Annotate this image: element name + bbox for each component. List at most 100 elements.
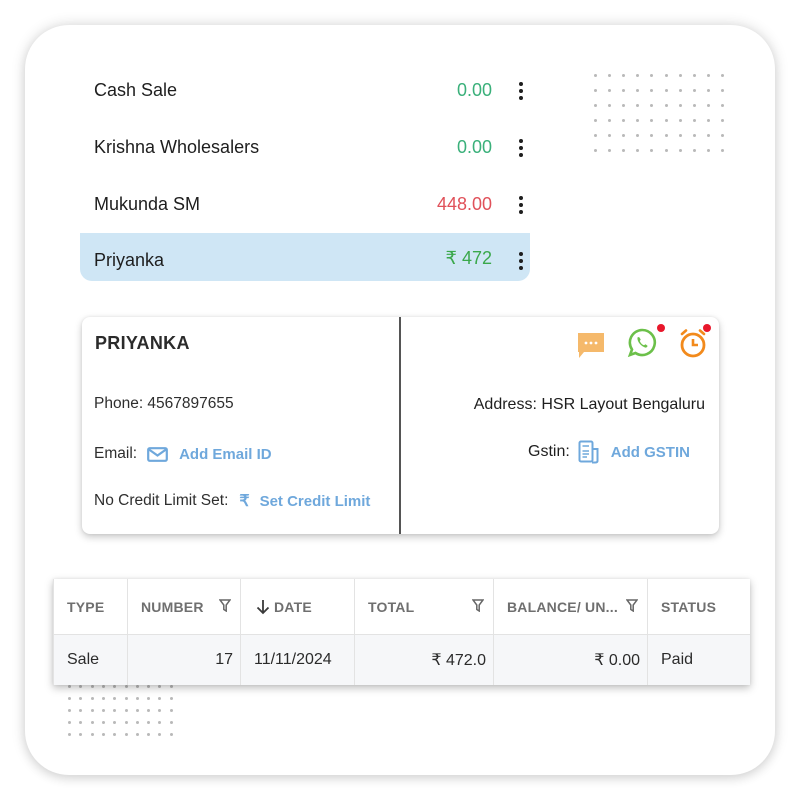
column-header-date[interactable]: DATE (240, 579, 354, 634)
cell-date: 11/11/2024 (240, 635, 354, 685)
email-field: Email: Add Email ID (94, 445, 272, 463)
set-credit-limit-link[interactable]: Set Credit Limit (260, 493, 371, 510)
column-header-number[interactable]: NUMBER (127, 579, 240, 634)
header-label: NUMBER (141, 598, 204, 615)
decorative-dot (90, 685, 94, 688)
email-label: Email: (94, 445, 138, 462)
party-balance: 0.00 (456, 137, 492, 157)
decorative-dot (678, 134, 682, 137)
filter-icon[interactable] (625, 599, 639, 615)
decorative-dot (101, 709, 105, 712)
more-options-icon[interactable] (518, 138, 524, 157)
header-label: BALANCE/ UN... (507, 598, 618, 615)
decorative-dot (678, 119, 682, 122)
decorative-dot (90, 697, 94, 700)
decorative-dot (664, 119, 668, 122)
party-row-selected[interactable]: Priyanka ₹ 472 (80, 233, 530, 281)
column-header-status[interactable]: STATUS (647, 579, 750, 634)
decorative-dot (135, 721, 139, 724)
filter-icon[interactable] (471, 599, 485, 615)
decorative-dot (68, 721, 71, 724)
decorative-dot (664, 134, 668, 137)
decorative-dot (101, 733, 105, 736)
reminder-notification-badge (703, 324, 711, 332)
decorative-dot (706, 104, 710, 107)
phone-field: Phone: 4567897655 (94, 395, 234, 413)
column-header-balance[interactable]: BALANCE/ UN... (493, 579, 647, 634)
decorative-dot (720, 104, 724, 107)
more-options-icon[interactable] (518, 252, 524, 270)
credit-limit-label: No Credit Limit Set: (94, 492, 229, 509)
address-field: Address: HSR Layout Bengaluru (474, 396, 705, 414)
decorative-dot (124, 685, 128, 688)
reminder-alarm-icon[interactable] (677, 327, 709, 364)
decorative-dot (720, 134, 724, 137)
decorative-dot (664, 89, 668, 92)
decorative-dot (90, 709, 94, 712)
decorative-dot (169, 721, 173, 724)
filter-icon[interactable] (218, 599, 232, 615)
chat-icon[interactable] (576, 332, 606, 365)
decorative-dot (720, 89, 724, 92)
more-options-icon[interactable] (518, 195, 524, 214)
cell-type: Sale (53, 635, 127, 685)
decorative-dot (692, 119, 696, 122)
decorative-dot (692, 74, 696, 77)
decorative-dot (706, 89, 710, 92)
decorative-dot (692, 104, 696, 107)
party-name: Cash Sale (94, 80, 178, 100)
add-gstin-link[interactable]: Add GSTIN (611, 444, 690, 461)
party-detail-card: PRIYANKA Phone: 4567897655 Email: Add Em… (82, 317, 719, 534)
table-header: TYPE NUMBER DATE TOTAL BALANCE/ UN... ST… (53, 579, 750, 635)
decorative-dot (135, 733, 139, 736)
cell-number: 17 (127, 635, 240, 685)
party-name: Krishna Wholesalers (94, 137, 260, 157)
sort-descending-icon[interactable] (256, 599, 270, 615)
party-row[interactable]: Mukunda SM 448.00 (80, 176, 530, 233)
gstin-label: Gstin: (528, 443, 570, 460)
decorative-dot (664, 74, 668, 77)
party-row[interactable]: Cash Sale 0.00 (80, 62, 530, 119)
column-header-type[interactable]: TYPE (53, 579, 127, 634)
whatsapp-icon[interactable] (626, 327, 658, 364)
header-label: DATE (274, 598, 312, 615)
credit-limit-field: No Credit Limit Set: ₹ Set Credit Limit (94, 491, 370, 511)
decorative-dot (664, 149, 668, 152)
decorative-dot (135, 685, 139, 688)
decorative-dot (101, 685, 105, 688)
decorative-dot (594, 119, 597, 122)
decorative-dot (68, 685, 71, 688)
decorative-dot (135, 709, 139, 712)
decorative-dot (124, 733, 128, 736)
address-label: Address: HSR Layout Bengaluru (473, 396, 705, 413)
cell-balance: ₹ 0.00 (493, 635, 647, 685)
decorative-dot (124, 709, 128, 712)
decorative-dot (706, 134, 710, 137)
decorative-dot (101, 721, 105, 724)
party-row[interactable]: Krishna Wholesalers 0.00 (80, 119, 530, 176)
decorative-dot (68, 733, 71, 736)
add-email-link[interactable]: Add Email ID (179, 446, 272, 463)
party-name: Priyanka (94, 250, 165, 270)
header-label: STATUS (661, 598, 717, 615)
decorative-dot (706, 74, 710, 77)
table-row[interactable]: Sale 17 11/11/2024 ₹ 472.0 ₹ 0.00 Paid (53, 635, 750, 685)
decorative-dot (101, 697, 105, 700)
decorative-dot (720, 149, 724, 152)
transactions-table: TYPE NUMBER DATE TOTAL BALANCE/ UN... ST… (53, 579, 750, 685)
decorative-dot (169, 685, 173, 688)
decorative-dot (720, 119, 724, 122)
decorative-dot (692, 89, 696, 92)
decorative-dot (678, 104, 682, 107)
header-label: TYPE (67, 598, 105, 615)
decorative-dot (135, 697, 139, 700)
decorative-dot (169, 709, 173, 712)
party-list: Cash Sale 0.00 Krishna Wholesalers 0.00 … (80, 62, 530, 281)
decorative-dot (594, 89, 597, 92)
party-balance: ₹ 472 (445, 248, 493, 268)
decorative-dot (169, 697, 173, 700)
column-header-total[interactable]: TOTAL (354, 579, 493, 634)
more-options-icon[interactable] (518, 81, 524, 100)
decorative-dot (706, 119, 710, 122)
party-balance: 448.00 (436, 194, 492, 214)
